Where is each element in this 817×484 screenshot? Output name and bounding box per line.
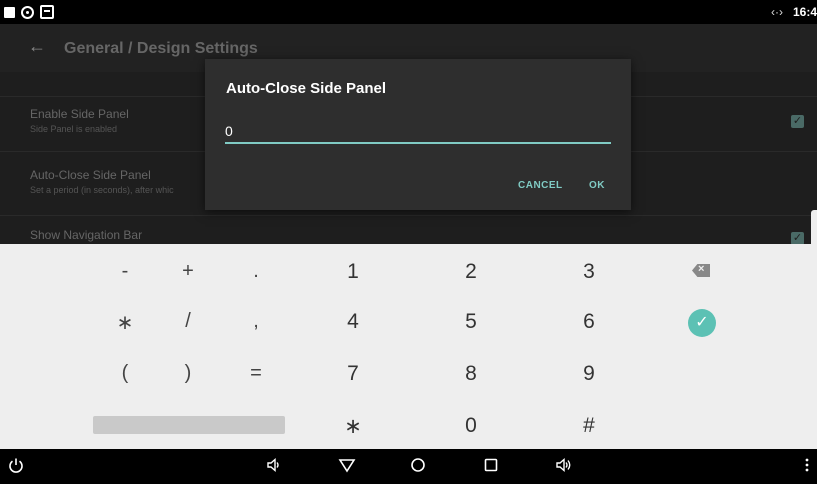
key-open-paren[interactable]: ( [105, 362, 145, 385]
pref-enable-side-panel[interactable]: Enable Side Panel Side Panel is enabled [30, 107, 129, 134]
key-comma[interactable]: , [236, 310, 276, 333]
key-3[interactable]: 3 [569, 260, 609, 284]
pref-summary: Set a period (in seconds), after whic [30, 185, 174, 195]
volume-down-icon[interactable] [266, 457, 282, 473]
dialog-title: Auto-Close Side Panel [226, 80, 387, 97]
key-0[interactable]: 0 [451, 414, 491, 438]
cancel-button[interactable]: CANCEL [518, 180, 563, 191]
network-icon: ‹·› [770, 5, 783, 19]
key-close-paren[interactable]: ) [168, 362, 208, 385]
key-9[interactable]: 9 [569, 362, 609, 386]
key-8[interactable]: 8 [451, 362, 491, 386]
navigation-bar [0, 449, 817, 484]
key-equals[interactable]: = [236, 362, 276, 385]
pref-title: Enable Side Panel [30, 107, 129, 121]
backspace-icon[interactable]: × [692, 264, 710, 277]
auto-close-dialog: Auto-Close Side Panel CANCEL OK [205, 59, 631, 210]
key-minus[interactable]: - [105, 260, 145, 283]
power-icon[interactable] [8, 457, 24, 473]
home-icon[interactable] [410, 457, 426, 473]
seconds-input[interactable] [225, 120, 611, 144]
pref-auto-close-side-panel[interactable]: Auto-Close Side Panel Set a period (in s… [30, 168, 174, 195]
volume-up-icon[interactable] [555, 457, 573, 473]
key-4[interactable]: 4 [333, 310, 373, 334]
key-period[interactable]: . [236, 260, 276, 283]
pref-summary: Side Panel is enabled [30, 124, 118, 134]
back-icon[interactable] [338, 457, 356, 473]
enter-check-icon[interactable]: ✓ [688, 309, 716, 337]
key-plus[interactable]: + [168, 260, 208, 283]
screen-cast-icon [40, 5, 54, 19]
page-title: General / Design Settings [64, 40, 258, 57]
pref-show-navigation-bar[interactable]: Show Navigation Bar [30, 228, 142, 242]
checkbox-enable-side-panel[interactable]: ✓ [791, 115, 804, 128]
space-key[interactable] [93, 416, 285, 434]
recent-apps-icon[interactable] [483, 457, 499, 473]
key-hash[interactable]: # [569, 414, 609, 438]
eye-icon [21, 5, 34, 19]
pref-title: Show Navigation Bar [30, 228, 143, 242]
pref-title: Auto-Close Side Panel [30, 168, 151, 182]
notification-icon [4, 6, 15, 18]
key-2[interactable]: 2 [451, 260, 491, 284]
key-6[interactable]: 6 [569, 310, 609, 334]
ok-button[interactable]: OK [589, 180, 605, 191]
clock: 16:4 [792, 5, 817, 19]
key-7[interactable]: 7 [333, 362, 373, 386]
key-1[interactable]: 1 [333, 260, 373, 284]
key-star[interactable]: ∗ [333, 414, 373, 439]
key-slash[interactable]: / [168, 310, 208, 333]
key-5[interactable]: 5 [451, 310, 491, 334]
numeric-keyboard: - + . 1 2 3 × ∗ / , 4 5 6 ✓ ( ) = 7 8 9 … [0, 244, 817, 449]
status-bar: ‹·› 16:4 [0, 0, 817, 24]
overflow-menu-icon[interactable] [804, 457, 810, 473]
key-asterisk[interactable]: ∗ [105, 310, 145, 335]
divider [0, 215, 817, 216]
arrow-left-icon[interactable]: ← [28, 36, 46, 57]
